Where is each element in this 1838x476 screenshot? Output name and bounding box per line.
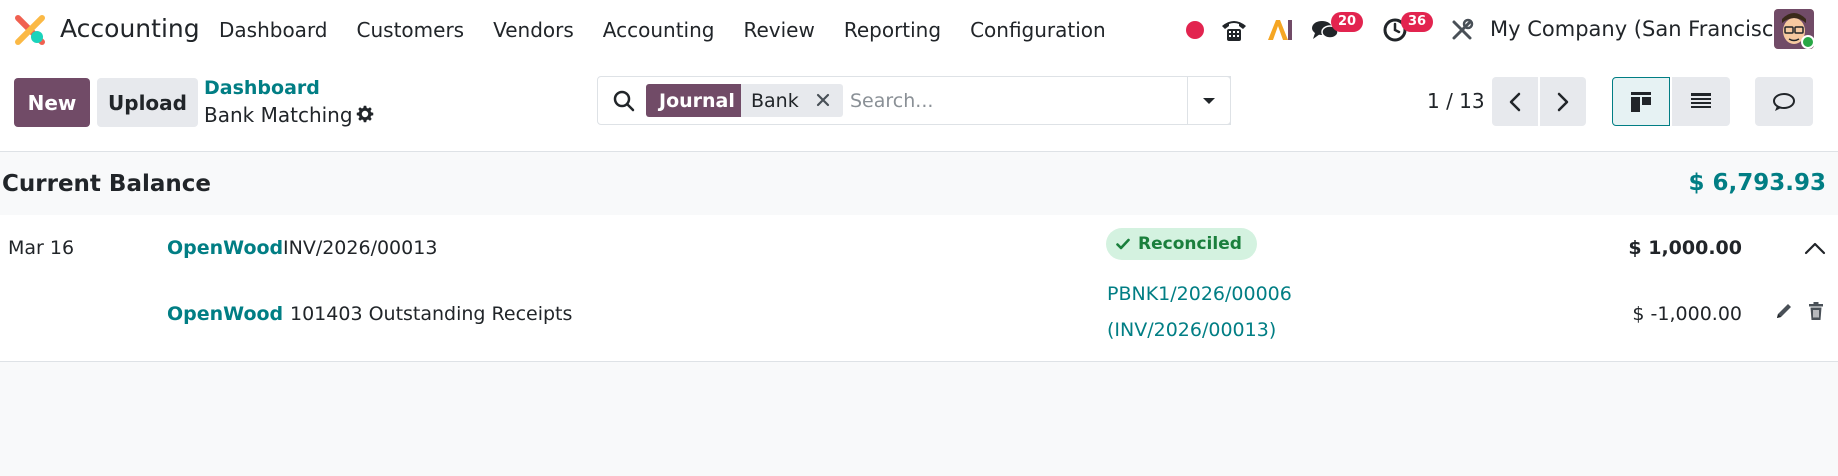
chevron-right-icon (1557, 92, 1569, 111)
menu-accounting[interactable]: Accounting (603, 18, 715, 42)
pager-value[interactable]: 1 / 13 (1427, 89, 1485, 113)
statement-amount: $ 1,000.00 (1628, 237, 1742, 259)
pager-previous-button[interactable] (1492, 77, 1538, 126)
menu-customers[interactable]: Customers (357, 18, 465, 42)
check-icon (1116, 238, 1130, 250)
search-facet-label: Journal (646, 84, 748, 117)
search-facet-value-text: Bank (751, 89, 799, 112)
chatter-toggle-button[interactable] (1755, 77, 1813, 126)
matched-account: 101403 Outstanding Receipts (290, 303, 573, 325)
list-icon (1691, 92, 1711, 108)
statement-date: Mar 16 (8, 237, 75, 259)
menu-vendors[interactable]: Vendors (493, 18, 574, 42)
menu-review[interactable]: Review (743, 18, 814, 42)
company-switcher[interactable]: My Company (San Francisco) (1490, 17, 1794, 41)
phone-icon[interactable] (1219, 15, 1249, 45)
kanban-icon (1631, 91, 1651, 112)
close-icon[interactable] (815, 92, 831, 108)
statement-reference: INV/2026/00013 (283, 237, 438, 259)
pencil-icon[interactable] (1774, 301, 1794, 321)
control-panel: New Upload Dashboard Bank Matching Journ… (0, 60, 1838, 152)
upload-button[interactable]: Upload (97, 78, 198, 127)
menu-configuration[interactable]: Configuration (970, 18, 1106, 42)
balance-amount: $ 6,793.93 (1688, 170, 1826, 196)
tools-icon[interactable] (1447, 15, 1477, 45)
matched-amount: $ -1,000.00 (1632, 303, 1742, 325)
record-icon[interactable] (1180, 15, 1210, 45)
pager-next-button[interactable] (1540, 77, 1586, 126)
matched-partner-link[interactable]: OpenWood (167, 303, 283, 325)
chevron-left-icon (1509, 92, 1521, 111)
search-icon[interactable] (612, 89, 636, 113)
top-navbar: Accounting Dashboard Customers Vendors A… (0, 0, 1838, 60)
breadcrumb-dashboard[interactable]: Dashboard (204, 77, 320, 99)
page-title: Bank Matching (204, 103, 353, 127)
search-input[interactable] (850, 86, 1210, 116)
statement-line[interactable]: Mar 16 OpenWood INV/2026/00013 Reconcile… (0, 215, 1838, 362)
statement-partner-link[interactable]: OpenWood (167, 237, 283, 259)
new-button[interactable]: New (14, 78, 90, 127)
chevron-up-icon[interactable] (1803, 237, 1827, 261)
menu-dashboard[interactable]: Dashboard (219, 18, 328, 42)
search-options-toggle[interactable] (1187, 76, 1231, 125)
caret-down-icon (1203, 97, 1215, 104)
messages-badge: 20 (1331, 12, 1364, 32)
activities-badge: 36 (1401, 12, 1434, 32)
main-menu: Dashboard Customers Vendors Accounting R… (219, 0, 1106, 60)
ai-icon[interactable] (1265, 15, 1295, 45)
status-badge: Reconciled (1106, 228, 1257, 260)
kanban-view-button[interactable] (1612, 77, 1670, 126)
search-facet-value: Bank (741, 84, 843, 117)
status-badge-label: Reconciled (1138, 234, 1242, 254)
current-balance-row: Current Balance $ 6,793.93 (0, 153, 1838, 215)
matched-move-link[interactable]: PBNK1/2026/00006 (1107, 283, 1292, 305)
comments-icon (1773, 92, 1795, 111)
online-status-indicator (1801, 35, 1815, 49)
app-name[interactable]: Accounting (60, 14, 200, 43)
gear-icon[interactable] (354, 103, 376, 125)
trash-icon[interactable] (1806, 301, 1826, 321)
search-bar: Journal Bank (597, 76, 1231, 125)
list-view-button[interactable] (1672, 77, 1730, 126)
accounting-app-icon[interactable] (14, 14, 46, 46)
menu-reporting[interactable]: Reporting (844, 18, 941, 42)
matched-move-origin-link[interactable]: (INV/2026/00013) (1107, 319, 1276, 341)
balance-label: Current Balance (2, 171, 211, 197)
